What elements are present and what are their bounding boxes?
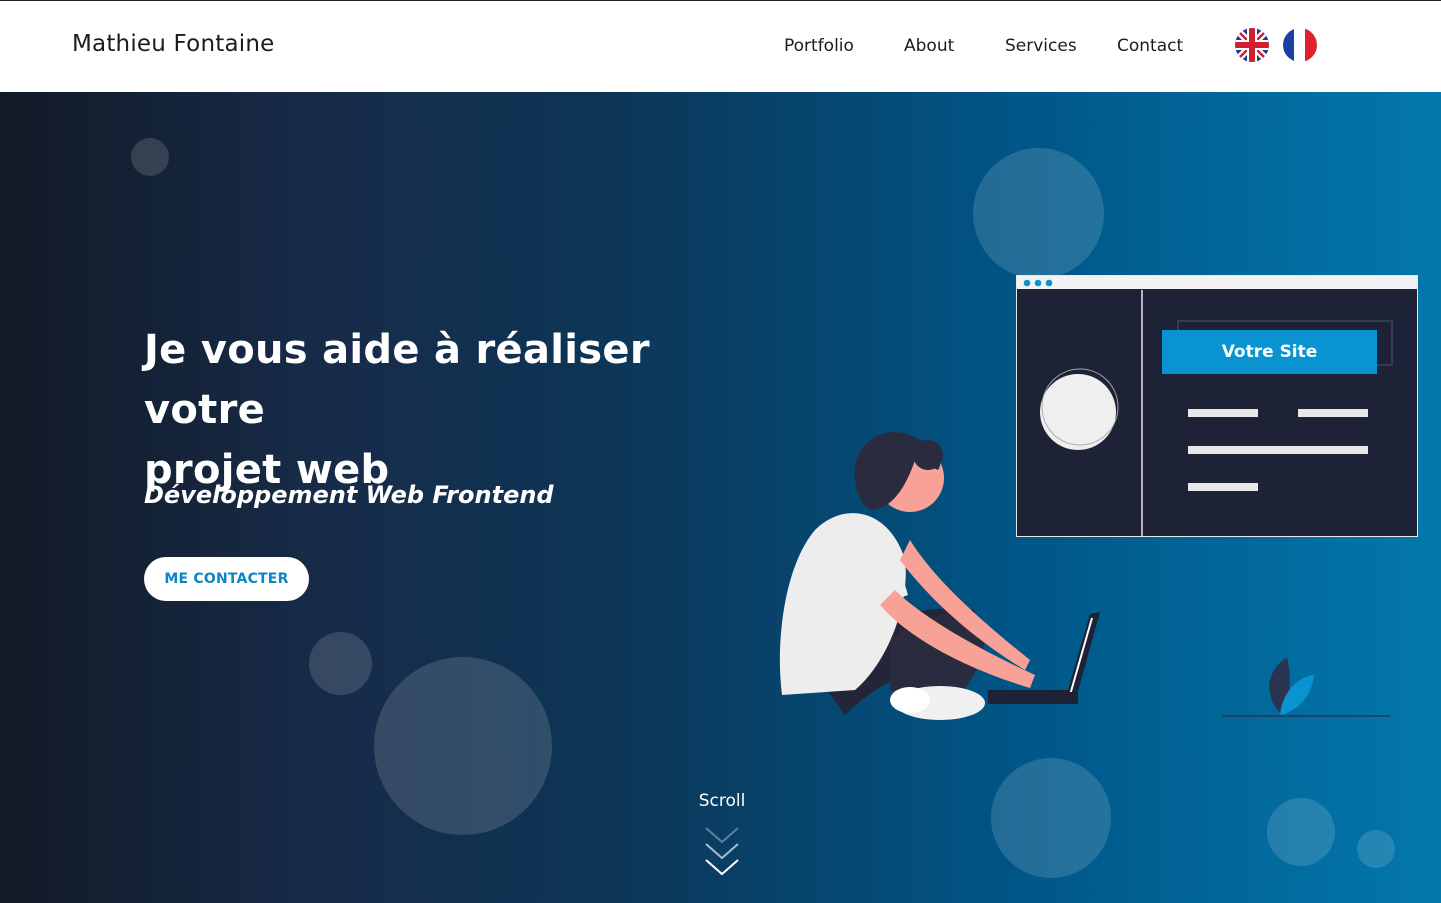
nav-about[interactable]: About xyxy=(904,36,954,56)
hero-headline-line-1: Je vous aide à réaliser votre xyxy=(144,327,650,433)
decor-bubble xyxy=(309,632,372,695)
plant-illustration xyxy=(1222,657,1390,717)
site-brand[interactable]: Mathieu Fontaine xyxy=(72,31,274,57)
votre-site-illustration-button: Votre Site xyxy=(1162,330,1377,374)
nav-portfolio[interactable]: Portfolio xyxy=(784,36,854,56)
decor-bubble xyxy=(1267,798,1335,866)
hero-subtitle: Développement Web Frontend xyxy=(144,481,554,509)
chevron-down-icon[interactable] xyxy=(702,824,742,880)
decor-bubble xyxy=(374,657,552,835)
decor-bubble xyxy=(131,138,169,176)
hero-headline: Je vous aide à réaliser votre projet web xyxy=(144,320,764,500)
uk-flag-icon[interactable] xyxy=(1235,28,1269,62)
site-header: Mathieu Fontaine Portfolio About Service… xyxy=(0,1,1441,92)
nav-services[interactable]: Services xyxy=(1005,36,1077,56)
nav-contact[interactable]: Contact xyxy=(1117,36,1183,56)
developer-illustration xyxy=(779,432,1100,720)
scroll-label: Scroll xyxy=(698,791,746,811)
decor-bubble xyxy=(991,758,1111,878)
decor-bubble xyxy=(973,148,1104,279)
decor-bubble xyxy=(1357,830,1395,868)
contact-me-button[interactable]: ME CONTACTER xyxy=(144,557,309,601)
fr-flag-icon[interactable] xyxy=(1283,28,1317,62)
